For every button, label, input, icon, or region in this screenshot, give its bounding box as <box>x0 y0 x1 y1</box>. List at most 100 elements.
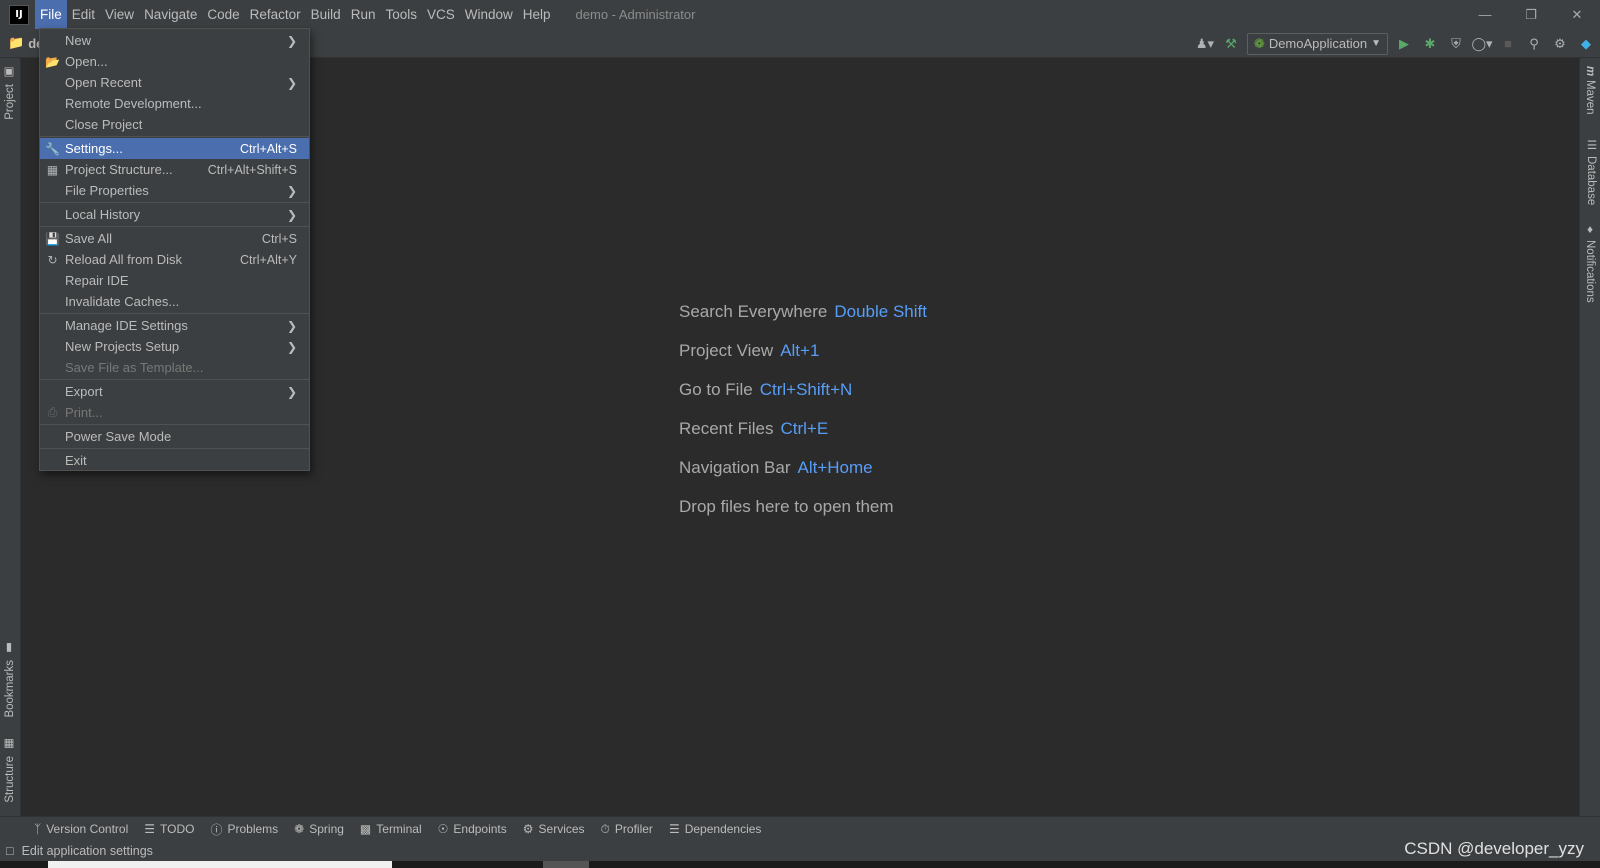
menu-item-local-history[interactable]: Local History ❯ <box>40 204 309 225</box>
intellij-logo-icon[interactable]: IJ <box>9 4 29 25</box>
chevron-down-icon: ▼ <box>1371 38 1381 49</box>
list-icon: ☰ <box>144 822 156 836</box>
menu-item-exit[interactable]: Exit <box>40 450 309 471</box>
tool-todo[interactable]: ☰ TODO <box>144 822 194 836</box>
menu-item-close-project[interactable]: Close Project <box>40 114 309 135</box>
tool-label: TODO <box>160 822 195 836</box>
project-tool-tab[interactable]: Project ▣ <box>3 66 17 120</box>
tool-spring[interactable]: ❁ Spring <box>294 822 344 836</box>
menu-item-reload-all[interactable]: ↻ Reload All from Disk Ctrl+Alt+Y <box>40 249 309 270</box>
menu-refactor[interactable]: Refactor <box>245 0 306 29</box>
menu-item-save-file-as-template: Save File as Template... <box>40 357 309 378</box>
jetbrains-ai-icon[interactable]: ◆ <box>1576 34 1596 54</box>
menu-item-settings[interactable]: 🔧 Settings... Ctrl+Alt+S <box>40 138 309 159</box>
menu-item-power-save-mode[interactable]: Power Save Mode <box>40 426 309 447</box>
hint-action: Go to File <box>679 380 753 399</box>
run-icon[interactable]: ▶ <box>1394 34 1414 54</box>
tool-profiler[interactable]: ⏱ Profiler <box>601 822 653 837</box>
menu-build[interactable]: Build <box>306 0 346 29</box>
run-configuration-select[interactable]: ❁ DemoApplication ▼ <box>1246 32 1388 55</box>
menu-separator <box>40 226 309 227</box>
menu-item-remote-development[interactable]: Remote Development... <box>40 93 309 114</box>
structure-tool-tab[interactable]: Structure ▦ <box>3 738 17 803</box>
menu-file[interactable]: File <box>35 0 67 29</box>
menu-item-export[interactable]: Export ❯ <box>40 381 309 402</box>
hint-shortcut: Alt+1 <box>780 341 820 360</box>
menu-item-label: Project Structure... <box>65 162 173 177</box>
menu-window[interactable]: Window <box>460 0 518 29</box>
chevron-right-icon: ❯ <box>286 33 297 48</box>
taskbar-app-button[interactable] <box>543 861 589 868</box>
menu-item-save-all[interactable]: 💾 Save All Ctrl+S <box>40 228 309 249</box>
tool-terminal[interactable]: ▩ Terminal <box>360 822 422 836</box>
menu-item-shortcut: Ctrl+Alt+Shift+S <box>207 162 297 177</box>
menu-item-open[interactable]: 📂 Open... <box>40 51 309 72</box>
menu-item-label: Repair IDE <box>65 273 129 288</box>
menu-code[interactable]: Code <box>202 0 244 29</box>
menu-navigate[interactable]: Navigate <box>139 0 202 29</box>
database-icon: ☰ <box>1585 138 1597 152</box>
tool-label: Version Control <box>46 822 129 836</box>
chevron-right-icon: ❯ <box>286 207 297 222</box>
menu-item-open-recent[interactable]: Open Recent ❯ <box>40 72 309 93</box>
bell-icon: ♦ <box>1584 224 1596 236</box>
tool-services[interactable]: ⚙ Services <box>523 822 585 836</box>
profile-icon[interactable]: ◯▾ <box>1471 34 1492 54</box>
menu-separator <box>40 313 309 314</box>
tool-version-control[interactable]: ᛉ Version Control <box>34 822 128 836</box>
menu-edit[interactable]: Edit <box>67 0 100 29</box>
menu-separator <box>40 202 309 203</box>
database-tool-tab[interactable]: ☰ Database <box>1584 138 1598 205</box>
maven-tool-tab[interactable]: m Maven <box>1584 66 1596 115</box>
menu-item-label: Manage IDE Settings <box>65 318 188 333</box>
menu-item-new-projects-setup[interactable]: New Projects Setup ❯ <box>40 336 309 357</box>
tool-label: Services <box>538 822 585 836</box>
close-icon[interactable]: ✕ <box>1554 0 1600 29</box>
info-icon: ⓘ <box>210 822 223 837</box>
build-hammer-icon[interactable]: ⚒ <box>1221 34 1241 54</box>
menu-item-repair-ide[interactable]: Repair IDE <box>40 270 309 291</box>
menu-item-new[interactable]: New ❯ <box>40 30 309 51</box>
services-icon: ⚙ <box>522 822 534 836</box>
tool-windows-toggle-icon[interactable]: □ <box>6 844 14 858</box>
menu-item-label: Open Recent <box>65 75 142 90</box>
maven-tab-label: Maven <box>1584 80 1596 115</box>
reload-icon: ↻ <box>47 252 58 267</box>
menu-item-file-properties[interactable]: File Properties ❯ <box>40 180 309 201</box>
user-icon[interactable]: ♟▾ <box>1195 34 1215 54</box>
menu-vcs[interactable]: VCS <box>422 0 460 29</box>
minimize-icon[interactable]: — <box>1462 0 1508 29</box>
menu-help[interactable]: Help <box>518 0 556 29</box>
menu-view[interactable]: View <box>100 0 139 29</box>
menu-item-label: Local History <box>65 207 141 222</box>
notifications-tool-tab[interactable]: ♦ Notifications <box>1584 224 1596 303</box>
debug-icon[interactable]: ✱ <box>1420 34 1440 54</box>
hint-action: Search Everywhere <box>679 302 828 321</box>
menu-item-invalidate-caches[interactable]: Invalidate Caches... <box>40 291 309 312</box>
bookmarks-tab-label: Bookmarks <box>4 660 16 718</box>
hint-shortcut: Alt+Home <box>797 458 873 477</box>
gear-icon[interactable]: ⚙ <box>1550 34 1570 54</box>
coverage-icon[interactable]: ⛨ <box>1446 34 1466 54</box>
hint-action: Drop files here to open them <box>679 497 894 516</box>
menu-item-project-structure[interactable]: ▦ Project Structure... Ctrl+Alt+Shift+S <box>40 159 309 180</box>
tool-problems[interactable]: ⓘ Problems <box>210 821 278 838</box>
menu-item-label: Print... <box>65 405 103 420</box>
menu-tools[interactable]: Tools <box>380 0 422 29</box>
menu-run[interactable]: Run <box>346 0 381 29</box>
branch-icon: ᛉ <box>34 822 42 836</box>
taskbar-search-box[interactable] <box>48 861 392 868</box>
project-tab-label: Project <box>4 84 16 120</box>
chevron-right-icon: ❯ <box>286 183 297 198</box>
bookmarks-tool-tab[interactable]: Bookmarks ▮ <box>3 642 17 718</box>
menu-item-manage-ide-settings[interactable]: Manage IDE Settings ❯ <box>40 315 309 336</box>
restore-icon[interactable]: ❐ <box>1508 0 1554 29</box>
search-icon[interactable]: ⚲ <box>1524 34 1544 54</box>
print-icon: ⎙ <box>47 405 58 419</box>
stop-icon[interactable]: ■ <box>1498 34 1518 54</box>
tool-endpoints[interactable]: ☉ Endpoints <box>438 822 507 836</box>
spring-boot-icon: ❁ <box>1253 35 1265 51</box>
notifications-tab-label: Notifications <box>1584 240 1596 303</box>
tool-label: Problems <box>227 822 279 836</box>
tool-dependencies[interactable]: ☰ Dependencies <box>669 822 762 836</box>
